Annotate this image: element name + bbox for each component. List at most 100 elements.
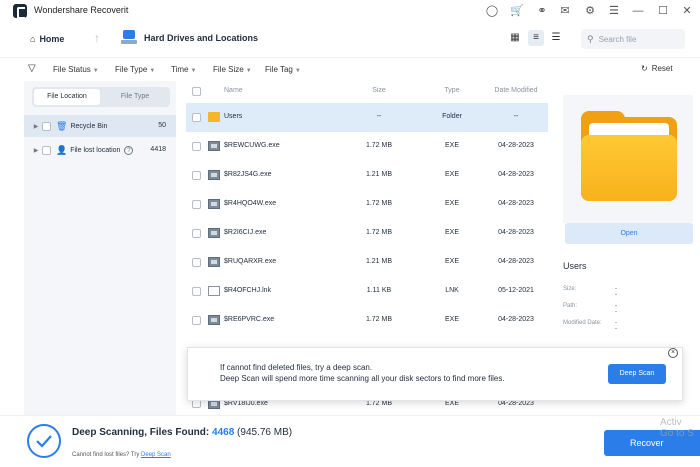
minimize-icon[interactable]: — — [630, 3, 646, 19]
up-arrow-icon[interactable]: ↑ — [94, 31, 100, 45]
filter-file-tag[interactable]: File Tag ▼ — [265, 65, 301, 74]
file-name: Users — [224, 113, 243, 120]
row-checkbox[interactable] — [192, 258, 201, 267]
files-found-size: (945.76 MB) — [237, 427, 293, 438]
table-row[interactable]: $R82JS4G.exe 1.21 MB EXE 04-28-2023 — [186, 161, 548, 190]
file-type: EXE — [444, 200, 459, 207]
exe-file-icon — [208, 257, 220, 267]
popup-description: Deep Scan will spend more time scanning … — [220, 374, 505, 383]
exe-file-icon — [208, 315, 220, 325]
preview-thumbnail — [563, 95, 693, 223]
file-size: 1.72 MB — [365, 229, 393, 236]
reset-filter-icon: ↻ — [641, 64, 648, 73]
filter-file-size[interactable]: File Size ▼ — [213, 65, 252, 74]
filter-icon[interactable]: ▽ — [28, 63, 36, 74]
column-size[interactable]: Size — [354, 87, 404, 94]
help-icon[interactable]: ? — [124, 145, 134, 155]
tree-item-count: 50 — [158, 122, 166, 129]
exe-file-icon — [208, 199, 220, 209]
scan-complete-check-icon — [27, 424, 61, 458]
exe-file-icon — [208, 228, 220, 238]
app-title: Wondershare Recoverit — [34, 5, 129, 15]
file-size: -- — [376, 113, 382, 120]
home-icon: ⌂ — [30, 34, 36, 44]
filter-file-status[interactable]: File Status ▼ — [53, 65, 99, 74]
tab-file-location[interactable]: File Location — [34, 89, 100, 105]
mail-icon[interactable]: ✉ — [557, 3, 573, 19]
row-checkbox[interactable] — [192, 229, 201, 238]
file-size: 1.72 MB — [365, 200, 393, 207]
table-row[interactable]: Users -- Folder -- — [186, 103, 548, 132]
open-button[interactable]: Open — [565, 223, 693, 244]
table-row[interactable]: $REWCUWG.exe 1.72 MB EXE 04-28-2023 — [186, 132, 548, 161]
meta-modified-date: Modified Date: -- — [563, 320, 617, 332]
row-checkbox[interactable] — [192, 316, 201, 325]
filter-file-type[interactable]: File Type ▼ — [115, 65, 155, 74]
detail-view-icon[interactable]: ≡ — [528, 30, 544, 46]
search-box[interactable]: ⚲ — [581, 29, 685, 49]
deep-scan-link[interactable]: Deep Scan — [141, 452, 171, 458]
home-button[interactable]: ⌂ Home — [24, 29, 72, 49]
row-checkbox[interactable] — [192, 200, 201, 209]
settings-icon[interactable]: ⚙ — [582, 3, 598, 19]
file-date: 04-28-2023 — [498, 258, 534, 265]
user-icon[interactable]: ◯ — [484, 3, 500, 19]
row-checkbox[interactable] — [192, 113, 201, 122]
search-input[interactable] — [598, 34, 679, 44]
tree-item-file-lost-location[interactable]: ▶ 👤 File lost location ? 4418 — [24, 139, 176, 161]
file-type: EXE — [444, 316, 459, 323]
file-date: 04-28-2023 — [498, 142, 534, 149]
file-name: $REWCUWG.exe — [224, 142, 280, 149]
file-type: EXE — [444, 229, 459, 236]
chevron-right-icon[interactable]: ▶ — [30, 147, 42, 154]
file-date: 04-28-2023 — [498, 200, 534, 207]
headset-icon[interactable]: ⚭ — [534, 3, 550, 19]
row-checkbox[interactable] — [192, 142, 201, 151]
chevron-down-icon: ▼ — [149, 68, 156, 74]
deep-scan-button[interactable]: Deep Scan — [608, 364, 666, 384]
chevron-right-icon[interactable]: ▶ — [30, 123, 42, 130]
table-row[interactable]: $R4HQO4W.exe 1.72 MB EXE 04-28-2023 — [186, 190, 548, 219]
file-date: 04-28-2023 — [498, 229, 534, 236]
filter-time[interactable]: Time ▼ — [171, 65, 196, 74]
table-row[interactable]: $RUQARXR.exe 1.21 MB EXE 04-28-2023 — [186, 248, 548, 277]
row-checkbox[interactable] — [192, 171, 201, 180]
hard-drive-icon — [121, 30, 137, 45]
grid-view-icon[interactable]: ▦ — [507, 30, 523, 46]
large-folder-icon — [581, 111, 677, 201]
tab-file-type[interactable]: File Type — [102, 89, 168, 105]
lnk-file-icon — [208, 286, 220, 296]
cart-icon[interactable]: 🛒 — [509, 3, 525, 19]
location-panel: File Location File Type ▶ 🗑 Recycle Bin … — [24, 81, 176, 415]
meta-path: Path: -- — [563, 303, 617, 315]
scan-status: Deep Scanning, Files Found: 4468 (945.76… — [72, 427, 293, 438]
exe-file-icon — [208, 141, 220, 151]
file-name: $RE6PVRC.exe — [224, 316, 275, 323]
menu-icon[interactable]: ☰ — [606, 3, 622, 19]
filter-bar: ▽ File Status ▼ File Type ▼ Time ▼ File Siz… — [0, 57, 700, 81]
tree-item-label: File lost location — [70, 146, 121, 154]
row-checkbox[interactable] — [192, 287, 201, 296]
checkbox[interactable] — [42, 121, 51, 131]
table-row[interactable]: $RE6PVRC.exe 1.72 MB EXE 04-28-2023 — [186, 306, 548, 335]
close-popup-icon[interactable]: × — [668, 348, 678, 358]
maximize-icon[interactable]: ☐ — [655, 3, 671, 19]
checkbox[interactable] — [42, 145, 51, 155]
tree-item-recycle-bin[interactable]: ▶ 🗑 Recycle Bin 50 — [24, 115, 176, 137]
column-date-modified[interactable]: Date Modified — [486, 87, 546, 94]
column-name[interactable]: Name — [224, 87, 243, 94]
folder-icon — [208, 112, 220, 122]
file-date: 04-28-2023 — [498, 400, 534, 407]
table-row[interactable]: $R2I6CIJ.exe 1.72 MB EXE 04-28-2023 — [186, 219, 548, 248]
search-icon: ⚲ — [587, 33, 594, 44]
file-type: EXE — [444, 142, 459, 149]
chevron-down-icon: ▼ — [294, 68, 301, 74]
close-icon[interactable]: ✕ — [679, 3, 695, 19]
select-all-checkbox[interactable] — [192, 87, 201, 96]
file-type: EXE — [444, 400, 459, 407]
table-row[interactable]: $R4OFCHJ.lnk 1.11 KB LNK 05-12-2021 — [186, 277, 548, 306]
list-view-icon[interactable]: ☰ — [548, 30, 564, 46]
meta-size: Size: -- — [563, 286, 617, 298]
reset-button[interactable]: ↻ Reset — [641, 64, 673, 73]
column-type[interactable]: Type — [432, 87, 472, 94]
